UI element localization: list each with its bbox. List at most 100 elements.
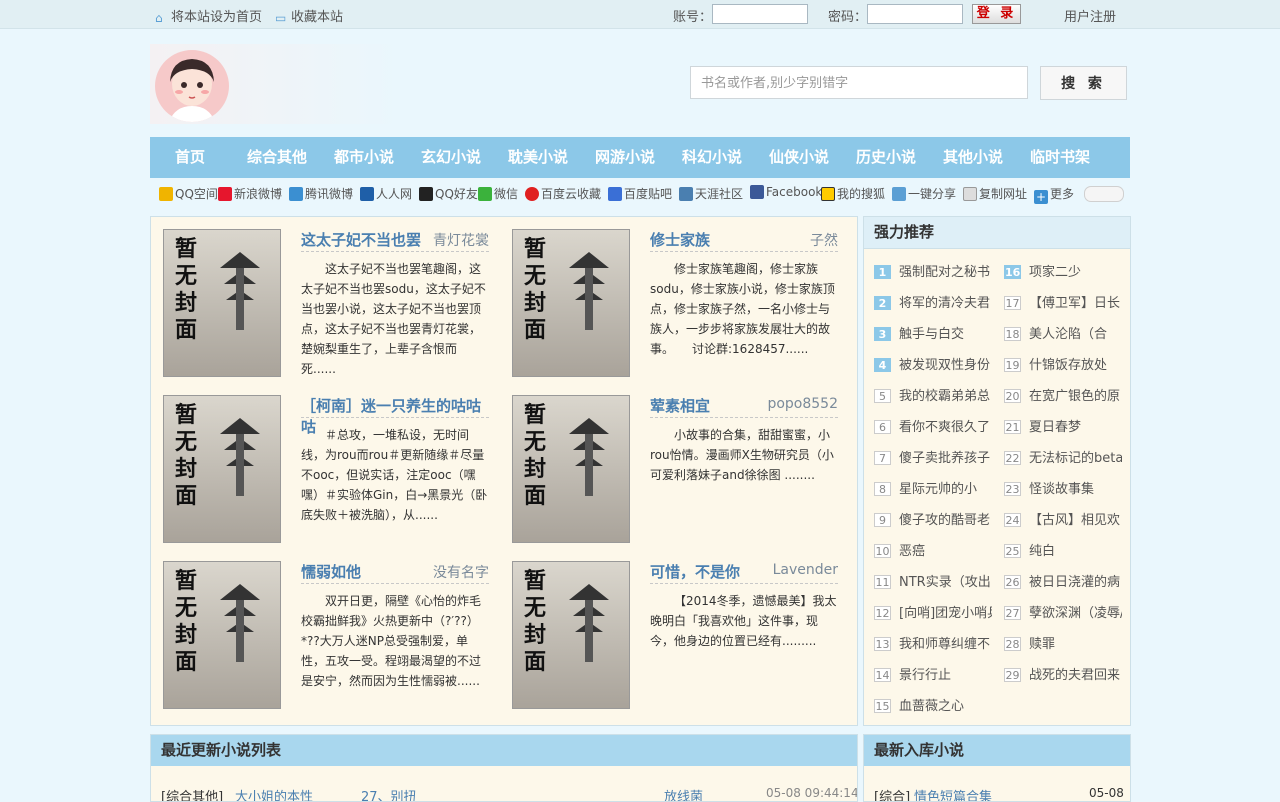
divider	[650, 417, 838, 418]
recommend-item[interactable]: 23 怪谈故事集	[1004, 478, 1122, 497]
nav-scifi[interactable]: 科幻小说	[682, 137, 742, 178]
book-author[interactable]: 没有名字	[433, 562, 489, 582]
nav-other[interactable]: 其他小说	[943, 137, 1003, 178]
recommend-item[interactable]: 2 将军的清冷夫君	[874, 292, 992, 311]
book-card: 暂无封面 修士家族 子然 修士家族笔趣阁，修士家族sodu，修士家族小说，修士家…	[500, 217, 840, 377]
set-homepage-link[interactable]: ⌂ 将本站设为首页	[155, 6, 262, 25]
book-author[interactable]: 子然	[810, 230, 838, 250]
recommend-item[interactable]: 26 被日日浇灌的病	[1004, 571, 1122, 590]
recommend-item[interactable]: 4 被发现双性身份	[874, 354, 992, 373]
recommend-item[interactable]: 28 赎罪	[1004, 633, 1122, 652]
recommend-item[interactable]: 13 我和师尊纠缠不	[874, 633, 992, 652]
book-author[interactable]: Lavender	[773, 562, 838, 578]
cover-placeholder-text: 暂无封面	[174, 569, 197, 675]
latest-updates-title: 最近更新小说列表	[151, 735, 857, 766]
recommend-title-text: 看你不爽很久了	[899, 420, 991, 435]
nav-online-game[interactable]: 网游小说	[595, 137, 655, 178]
share-weibo[interactable]: 新浪微博	[218, 185, 282, 202]
sohu-icon	[821, 187, 835, 201]
share-baidu-cloud[interactable]: 百度云收藏	[525, 185, 601, 202]
book-cover[interactable]: 暂无封面	[512, 561, 630, 709]
recommend-item[interactable]: 11 NTR实录（攻出	[874, 571, 992, 590]
weibo-icon	[218, 187, 232, 201]
search-input[interactable]: 书名或作者,别少字别错字	[690, 66, 1028, 99]
recommend-item[interactable]: 22 无法标记的beta	[1004, 447, 1122, 466]
login-button[interactable]: 登 录	[972, 4, 1021, 24]
rank-number: 9	[874, 513, 891, 527]
recommend-item[interactable]: 8 星际元帅的小	[874, 478, 992, 497]
recommend-item[interactable]: 5 我的校霸弟弟总	[874, 385, 992, 404]
divider	[650, 583, 838, 584]
share-tianya[interactable]: 天涯社区	[679, 185, 743, 202]
share-one-click-label: 一键分享	[908, 187, 957, 201]
pagoda-icon	[569, 584, 609, 662]
recommend-item[interactable]: 20 在宽广银色的原	[1004, 385, 1122, 404]
cover-placeholder-text: 暂无封面	[523, 237, 546, 343]
book-description: 修士家族笔趣阁，修士家族sodu，修士家族小说，修士家族顶点，修士家族子然，一名…	[650, 262, 835, 356]
account-input[interactable]	[712, 4, 808, 24]
book-title[interactable]: 修士家族	[650, 229, 710, 250]
share-sohu[interactable]: 我的搜狐	[821, 185, 885, 202]
recommend-item[interactable]: 24 【古风】相见欢	[1004, 509, 1122, 528]
nav-bookshelf[interactable]: 临时书架	[1030, 137, 1090, 178]
book-description: ＃总攻，一堆私设，无时间线，为rou而rou＃更新随缘＃尽量不ooc，但说实话，…	[301, 428, 488, 522]
recommend-item[interactable]: 10 恶癌	[874, 540, 992, 559]
share-more[interactable]: + 更多	[1034, 185, 1074, 204]
recommend-title-text: 无法标记的beta	[1029, 451, 1122, 466]
nav-home[interactable]: 首页	[175, 137, 205, 178]
bookmark-site-link[interactable]: ▭ 收藏本站	[275, 6, 343, 25]
book-cover[interactable]: 暂无封面	[163, 561, 281, 709]
book-cover[interactable]: 暂无封面	[163, 395, 281, 543]
nav-history[interactable]: 历史小说	[856, 137, 916, 178]
share-facebook[interactable]: Facebook	[750, 185, 822, 199]
rank-number: 25	[1004, 544, 1021, 558]
recommend-item[interactable]: 18 美人沦陷（合	[1004, 323, 1122, 342]
recommend-item[interactable]: 3 触手与白交	[874, 323, 992, 342]
recommend-item[interactable]: 16 项家二少	[1004, 261, 1122, 280]
nav-urban[interactable]: 都市小说	[334, 137, 394, 178]
book-author[interactable]: 青灯花裳	[433, 230, 489, 250]
recommend-item[interactable]: 29 战死的夫君回来	[1004, 664, 1122, 683]
site-logo[interactable]	[150, 44, 400, 124]
book-title[interactable]: 这太子妃不当也罢	[301, 229, 421, 250]
book-title[interactable]: 可惜，不是你	[650, 561, 740, 582]
password-input[interactable]	[867, 4, 963, 24]
share-qzone[interactable]: QQ空间	[159, 185, 218, 202]
book-cover[interactable]: 暂无封面	[163, 229, 281, 377]
share-qq-friends[interactable]: QQ好友	[419, 185, 478, 202]
book-cover[interactable]: 暂无封面	[512, 229, 630, 377]
nav-general[interactable]: 综合其他	[247, 137, 307, 178]
recommend-item[interactable]: 25 纯白	[1004, 540, 1122, 559]
recommend-item[interactable]: 14 景行行止	[874, 664, 992, 683]
recommend-item[interactable]: 6 看你不爽很久了	[874, 416, 992, 435]
recommend-item[interactable]: 9 傻子攻的酷哥老	[874, 509, 992, 528]
register-link[interactable]: 用户注册	[1064, 6, 1116, 25]
book-cover[interactable]: 暂无封面	[512, 395, 630, 543]
share-copy-url[interactable]: 复制网址	[963, 185, 1027, 202]
nav-danmei[interactable]: 耽美小说	[508, 137, 568, 178]
share-renren[interactable]: 人人网	[360, 185, 412, 202]
book-title[interactable]: 荤素相宜	[650, 395, 710, 416]
book-description: 小故事的合集，甜甜蜜蜜，小rou怡情。漫画师X生物研究员（小可爱利落妹子and徐…	[650, 428, 834, 482]
recommend-item[interactable]: 19 什锦饭存放处	[1004, 354, 1122, 373]
share-wechat[interactable]: 微信	[478, 185, 518, 202]
book-title[interactable]: 懦弱如他	[301, 561, 361, 582]
recommend-item[interactable]: 21 夏日春梦	[1004, 416, 1122, 435]
recommend-item[interactable]: 15 血蔷薇之心	[874, 695, 992, 714]
book-author[interactable]: popo8552	[767, 396, 838, 412]
recommend-item[interactable]: 27 孽欲深渊（凌辱/	[1004, 602, 1122, 621]
nav-xianxia[interactable]: 仙侠小说	[769, 137, 829, 178]
share-tieba[interactable]: 百度贴吧	[608, 185, 672, 202]
recommend-item[interactable]: 7 傻子卖批养孩子	[874, 447, 992, 466]
recommend-item[interactable]: 1 强制配对之秘书	[874, 261, 992, 280]
recommend-item[interactable]: 12 [向哨]团宠小哨兵	[874, 602, 992, 621]
share-one-click[interactable]: 一键分享	[892, 185, 956, 202]
recommend-item[interactable]: 17 【傅卫军】日长	[1004, 292, 1122, 311]
share-counter	[1084, 186, 1124, 202]
recommend-title-text: 被日日浇灌的病	[1029, 575, 1121, 590]
share-tencent-weibo[interactable]: 腾讯微博	[289, 185, 353, 202]
search-button[interactable]: 搜 索	[1040, 66, 1127, 100]
nav-fantasy[interactable]: 玄幻小说	[421, 137, 481, 178]
recommend-title-text: 我的校霸弟弟总	[899, 389, 991, 404]
cover-placeholder-text: 暂无封面	[174, 403, 197, 509]
